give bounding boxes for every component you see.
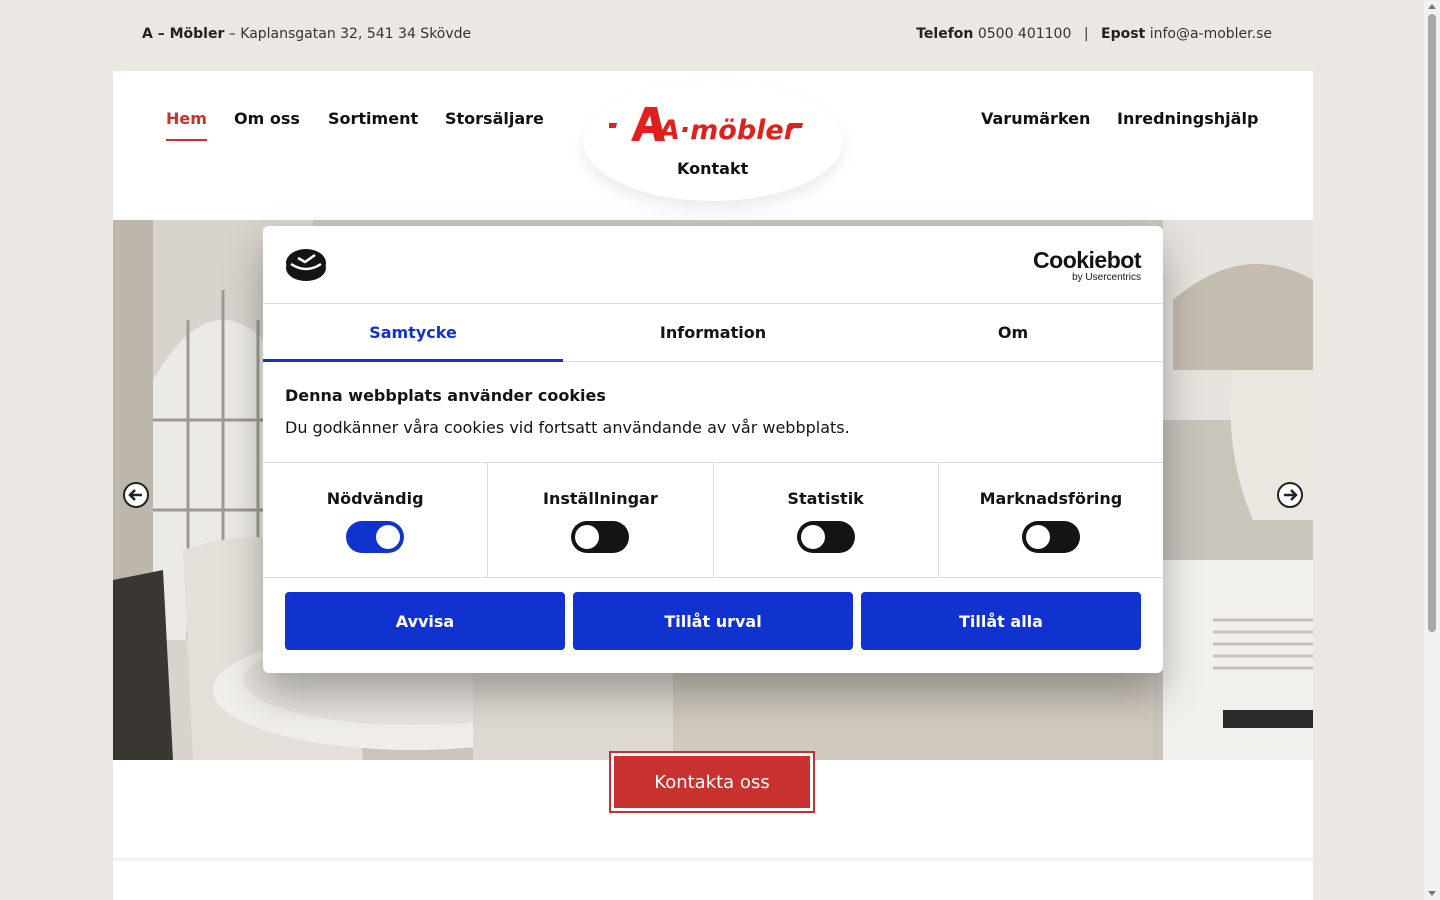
phone-number[interactable]: 0500 401100 [978,26,1072,42]
pref-preferences: Inställningar [488,463,714,577]
pref-necessary: Nödvändig [263,463,489,577]
next-section [113,862,1313,900]
slider-prev-arrow[interactable] [123,482,149,508]
phone-label: Telefon [916,26,974,42]
toggle-knob [800,525,825,549]
company-address: – Kaplansgatan 32, 541 34 Skövde [224,26,472,42]
nav-brands[interactable]: Varumärken [981,109,1090,128]
cookie-buttons: Avvisa Tillåt urval Tillåt alla [285,592,1141,650]
necessary-toggle[interactable] [346,521,405,553]
cookie-description: Du godkänner våra cookies vid fortsatt a… [285,418,850,437]
marketing-toggle[interactable] [1021,521,1080,553]
scroll-down-arrow-icon[interactable] [1428,891,1436,896]
cookie-consent-dialog: Cookiebot by Usercentrics Samtycke Infor… [263,226,1163,673]
pref-statistics-label: Statistik [787,489,864,508]
cookiebot-name: Cookiebot [1033,247,1141,273]
toggle-knob [575,525,600,549]
arrow-left-icon [128,489,142,501]
contact-info: Telefon 0500 401100 | Epost info@a-moble… [916,26,1272,42]
nav-assortment[interactable]: Sortiment [328,109,418,128]
cookie-dialog-header: Cookiebot by Usercentrics [263,226,1163,304]
nav-contact[interactable]: Kontakt [677,159,748,178]
cookie-preferences: Nödvändig Inställningar Statistik Markna… [263,462,1163,578]
cookie-logo-icon [286,249,326,281]
allow-all-button[interactable]: Tillåt alla [861,592,1141,650]
nav-bestsellers[interactable]: Storsäljare [445,109,544,128]
allow-selection-button[interactable]: Tillåt urval [573,592,853,650]
nav-about[interactable]: Om oss [234,109,300,128]
tab-about[interactable]: Om [863,304,1163,361]
statistics-toggle[interactable] [796,521,855,553]
logo-wordmark: A·möbler [657,115,799,146]
preferences-toggle[interactable] [571,521,630,553]
cookie-title: Denna webbplats använder cookies [285,386,606,405]
scrollbar-thumb[interactable] [1428,14,1436,632]
toggle-knob [1025,525,1050,549]
site-header: Hem Om oss Sortiment Storsäljare Varumär… [113,71,1313,220]
contact-us-button-label: Kontakta oss [614,756,810,808]
pref-preferences-label: Inställningar [543,489,658,508]
contact-us-button[interactable]: Kontakta oss [609,751,815,813]
cookie-tabs: Samtycke Information Om [263,304,1163,362]
nav-home[interactable]: Hem [166,109,207,141]
tab-information[interactable]: Information [563,304,863,361]
pref-statistics: Statistik [714,463,939,577]
contact-separator: | [1083,26,1089,42]
slider-next-arrow[interactable] [1277,482,1303,508]
email-address[interactable]: info@a-mobler.se [1150,26,1272,42]
page-scrollbar[interactable] [1424,0,1440,900]
arrow-right-icon [1284,489,1298,501]
pref-marketing: Marknadsföring [939,463,1163,577]
scroll-up-arrow-icon[interactable] [1428,4,1436,9]
tab-consent[interactable]: Samtycke [263,304,563,362]
nav-interior-help[interactable]: Inredningshjälp [1117,109,1258,128]
toggle-knob [376,525,401,549]
pref-marketing-label: Marknadsföring [979,489,1123,508]
cookiebot-brand[interactable]: Cookiebot by Usercentrics [1033,248,1141,283]
company-name: A – Möbler [142,26,225,42]
email-label: Epost [1101,26,1146,42]
address-info: A – Möbler – Kaplansgatan 32, 541 34 Skö… [142,26,471,42]
pref-necessary-label: Nödvändig [326,489,424,508]
cookiebot-by: by Usercentrics [1072,272,1141,283]
reject-button[interactable]: Avvisa [285,592,565,650]
site-logo[interactable]: A·möbler [609,101,819,151]
top-info-bar: A – Möbler – Kaplansgatan 32, 541 34 Skö… [0,0,1424,70]
